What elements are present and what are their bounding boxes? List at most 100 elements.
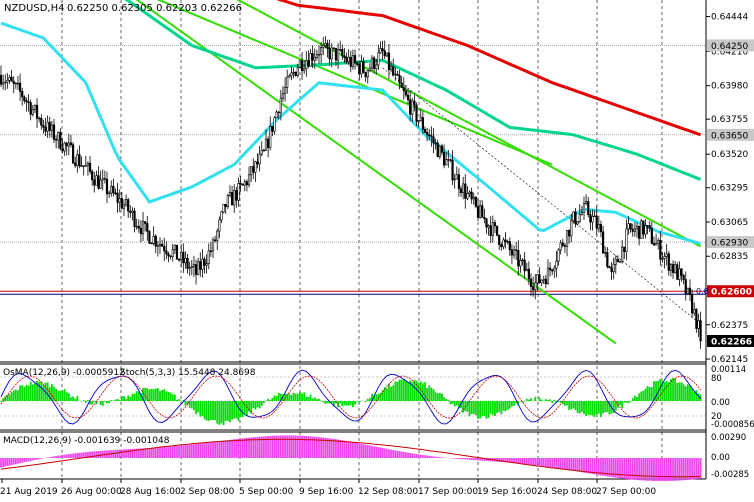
osma-bar xyxy=(676,383,678,401)
osma-bar xyxy=(74,399,76,401)
macd-bar xyxy=(227,440,229,458)
candle-body xyxy=(7,80,9,82)
candle-body xyxy=(439,146,441,157)
candle-body xyxy=(670,264,672,270)
osma-bar xyxy=(621,401,623,408)
candle-body xyxy=(365,72,367,77)
macd-bar xyxy=(534,458,536,465)
osma-bar xyxy=(496,401,498,413)
candle-body xyxy=(592,216,594,222)
candle-body xyxy=(244,182,246,186)
macd-bar xyxy=(62,455,64,458)
osma-bar xyxy=(208,401,210,421)
candle-body xyxy=(166,251,168,254)
candle-body xyxy=(443,152,445,165)
candle-body xyxy=(189,268,191,269)
macd-bar xyxy=(153,448,155,458)
candle-body xyxy=(562,243,564,246)
candle-body xyxy=(537,275,539,283)
osma-bar xyxy=(483,401,485,416)
osma-bar xyxy=(377,394,379,401)
osma-bar xyxy=(358,401,360,403)
macd-bar xyxy=(471,458,473,460)
osma-bar xyxy=(91,401,93,405)
macd-bar xyxy=(420,455,422,458)
macd-bar xyxy=(460,458,462,459)
macd-bar xyxy=(659,458,661,481)
macd-bar xyxy=(51,457,53,458)
macd-bar xyxy=(634,458,636,480)
macd-bar xyxy=(218,441,220,458)
macd-bar xyxy=(473,458,475,460)
macd-bar xyxy=(662,458,664,481)
osma-bar xyxy=(233,401,235,419)
osma-bar xyxy=(664,382,666,401)
osma-bar xyxy=(513,401,515,406)
candle-body xyxy=(134,211,136,227)
osma-bar xyxy=(144,388,146,401)
macd-bar xyxy=(553,458,555,468)
macd-bar xyxy=(191,445,193,458)
osma-bar xyxy=(316,399,318,401)
chart-canvas[interactable]: NZDUSD,H4 0.62250 0.62305 0.62203 0.6226… xyxy=(0,0,754,498)
candle-body xyxy=(380,49,382,53)
osma-bar xyxy=(683,384,685,401)
candle-body xyxy=(395,74,397,75)
osma-bar xyxy=(369,398,371,401)
candle-body xyxy=(104,179,106,180)
candle-body xyxy=(81,166,83,167)
macd-bar xyxy=(144,448,146,458)
candle-body xyxy=(350,57,352,66)
chart-window[interactable]: NZDUSD,H4 0.62250 0.62305 0.62203 0.6226… xyxy=(0,0,754,498)
osma-bar xyxy=(62,391,64,401)
candle-body xyxy=(441,146,443,152)
macd-bar xyxy=(204,443,206,458)
candle-body xyxy=(68,143,70,146)
candle-body xyxy=(85,166,87,167)
candle-body xyxy=(515,250,517,251)
candle-body xyxy=(225,204,227,206)
candle-body xyxy=(445,160,447,165)
macd-bar xyxy=(541,458,543,466)
osma-bar xyxy=(530,398,532,401)
macd-bar xyxy=(125,449,127,458)
candle-body xyxy=(433,137,435,143)
candle-body xyxy=(596,216,598,228)
candle-body xyxy=(492,223,494,236)
osma-bar xyxy=(293,393,295,401)
candle-body xyxy=(155,236,157,246)
macd-bar xyxy=(55,456,57,458)
macd-bar xyxy=(327,438,329,458)
macd-bar xyxy=(653,458,655,481)
candle-body xyxy=(140,228,142,234)
candle-body xyxy=(329,48,331,58)
macd-bar xyxy=(547,458,549,467)
candle-body xyxy=(471,192,473,199)
candle-body xyxy=(619,261,621,262)
osma-bar xyxy=(564,401,566,406)
stoch-label: Stoch(5,3,3) 15.5448 24.8698 xyxy=(120,368,256,378)
candle-body xyxy=(261,150,263,154)
candle-body xyxy=(613,264,615,271)
level-tag-text: 0.64250 xyxy=(711,42,748,52)
osma-bar xyxy=(76,396,78,401)
candle-body xyxy=(74,163,76,165)
macd-bar xyxy=(414,454,416,458)
candle-body xyxy=(119,199,121,203)
osma-bar xyxy=(589,401,591,415)
osma-bar xyxy=(19,386,21,401)
symbol-header: NZDUSD,H4 xyxy=(4,3,64,14)
macd-bar xyxy=(562,458,564,469)
osma-bar xyxy=(392,385,394,401)
osma-bar xyxy=(206,401,208,421)
osma-bar xyxy=(129,397,131,401)
candle-body xyxy=(454,179,456,180)
osma-bar xyxy=(68,393,70,401)
osma-bar xyxy=(570,401,572,409)
macd-bar xyxy=(331,439,333,458)
candle-body xyxy=(681,269,683,275)
macd-bar xyxy=(187,445,189,458)
macd-bar xyxy=(566,458,568,470)
osma-bar xyxy=(462,401,464,413)
candle-body xyxy=(284,87,286,93)
